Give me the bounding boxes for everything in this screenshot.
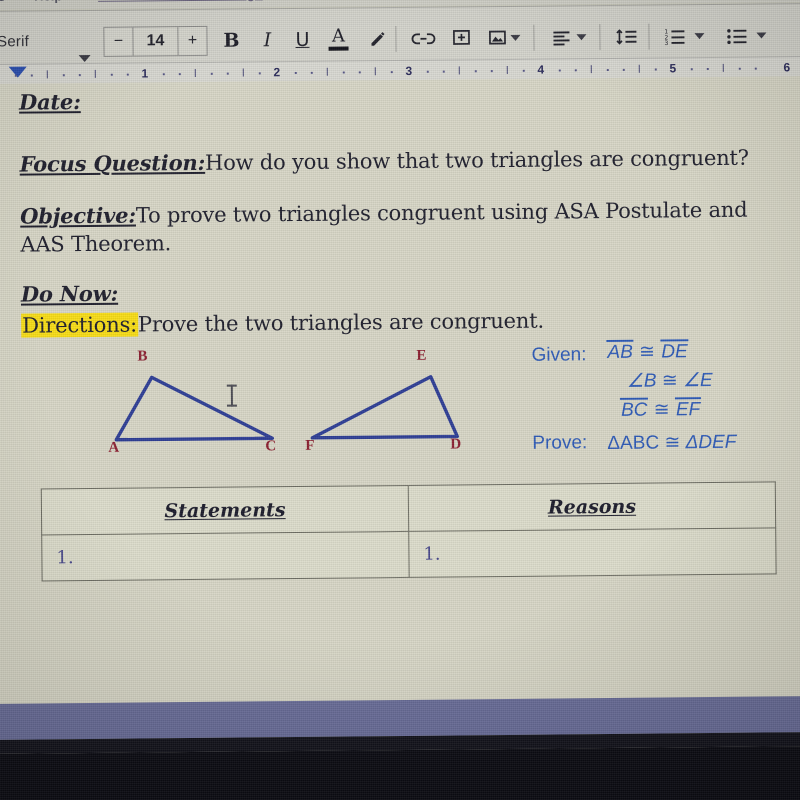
- insert-link-button[interactable]: [410, 25, 436, 53]
- decrease-font-size-button[interactable]: −: [104, 27, 134, 56]
- ruler-number: 1: [141, 66, 149, 81]
- proof-table[interactable]: Statements Reasons 1. 1.: [41, 481, 777, 581]
- prove-label: Prove:: [532, 432, 588, 454]
- focus-question-text: How do you show that two triangles are c…: [204, 145, 749, 175]
- table-header-row: Statements Reasons: [41, 481, 776, 535]
- indent-marker[interactable]: [8, 66, 27, 78]
- italic-button[interactable]: I: [254, 26, 280, 54]
- table-row[interactable]: 1. 1.: [41, 527, 777, 581]
- text-color-swatch: [328, 46, 349, 51]
- given-label: Given:: [531, 344, 587, 366]
- menu-item-help[interactable]: Help: [34, 0, 62, 4]
- text-color-letter: A: [331, 25, 346, 47]
- directions-text: Prove the two triangles are congruent.: [137, 308, 544, 337]
- vertex-label-f: F: [305, 437, 315, 454]
- bold-button[interactable]: B: [218, 26, 244, 54]
- formatting-toolbar: ree Serif − 14 + B I U A: [0, 3, 800, 65]
- ruler-number: 6: [783, 60, 791, 75]
- given-2-right: ∠E: [682, 370, 713, 392]
- date-line: Date:: [19, 88, 81, 117]
- given-1-right: DE: [660, 339, 689, 364]
- highlight-color-button[interactable]: [364, 25, 390, 53]
- prove-relation: ≅: [664, 432, 681, 454]
- triangles-figure: B A C E F D: [71, 337, 492, 461]
- given-1-left: AB: [606, 339, 634, 364]
- prove-statement: ΔABC ≅ ΔDEF: [607, 431, 736, 455]
- ruler-number: 3: [405, 63, 413, 78]
- svg-text:3: 3: [664, 40, 668, 46]
- font-size-input[interactable]: 14: [133, 27, 177, 55]
- add-comment-button[interactable]: [448, 24, 474, 52]
- ruler-number: 5: [669, 61, 677, 76]
- given-1-relation: ≅: [639, 341, 656, 363]
- given-line-3: BC ≅ EF: [619, 397, 702, 422]
- toolbar-divider: [395, 26, 397, 53]
- column-header-reasons: Reasons: [408, 481, 776, 532]
- vertex-label-a: A: [108, 439, 120, 456]
- given-3-left: BC: [619, 397, 649, 422]
- cell-statement-1[interactable]: 1.: [41, 531, 410, 581]
- focus-question-label: Focus Question:: [19, 149, 206, 177]
- triangles-svg: [114, 375, 459, 442]
- vertex-label-b: B: [137, 348, 148, 365]
- do-now-label: Do Now:: [20, 280, 119, 307]
- given-3-right: EF: [674, 397, 702, 422]
- toolbar-divider-3: [599, 24, 601, 51]
- given-2-relation: ≅: [661, 370, 678, 392]
- given-line-1: AB ≅ DE: [606, 339, 689, 364]
- toolbar-divider-4: [648, 23, 650, 50]
- document-page[interactable]: Date: Focus Question:How do you show tha…: [0, 76, 800, 704]
- align-button[interactable]: [548, 23, 574, 51]
- date-label: Date:: [18, 89, 81, 115]
- prove-right: ΔDEF: [685, 431, 737, 454]
- insert-image-button[interactable]: [484, 24, 510, 52]
- numbered-list-chevron-down-icon[interactable]: [694, 33, 705, 40]
- vertex-label-d: D: [450, 436, 462, 453]
- font-name-selector[interactable]: ree Serif: [0, 33, 29, 51]
- directions-line: Directions:Prove the two triangles are c…: [21, 308, 544, 341]
- focus-question-line: Focus Question:How do you show that two …: [20, 144, 749, 180]
- image-options-chevron-down-icon[interactable]: [510, 34, 521, 41]
- font-size-stepper[interactable]: − 14 +: [103, 25, 208, 57]
- vertex-label-c: C: [265, 438, 277, 455]
- photo-of-screen: ons Help Last edit was seconds ago ree S…: [0, 0, 800, 800]
- menu-item-tools[interactable]: ons: [0, 0, 5, 4]
- prove-left: ΔABC: [607, 432, 660, 455]
- underline-button[interactable]: U: [289, 26, 315, 54]
- line-spacing-button[interactable]: [614, 23, 640, 51]
- given-3-relation: ≅: [653, 399, 670, 421]
- bulleted-list-chevron-down-icon[interactable]: [756, 32, 767, 39]
- column-header-statements: Statements: [41, 485, 409, 535]
- computer-screen: ons Help Last edit was seconds ago ree S…: [0, 0, 800, 754]
- last-edit-status[interactable]: Last edit was seconds ago: [98, 0, 263, 3]
- vertex-label-e: E: [416, 347, 427, 364]
- increase-font-size-button[interactable]: +: [177, 26, 207, 56]
- objective-line: Objective:To prove two triangles congrue…: [20, 195, 776, 259]
- text-color-button[interactable]: A: [325, 25, 351, 53]
- given-line-2: ∠B ≅ ∠E: [627, 369, 713, 393]
- do-now-line: Do Now:: [21, 280, 118, 310]
- chevron-down-icon[interactable]: [78, 54, 91, 63]
- toolbar-divider-2: [533, 24, 535, 51]
- directions-label: Directions:: [21, 312, 139, 338]
- cell-reason-1[interactable]: 1.: [408, 527, 777, 578]
- ruler-number: 2: [273, 65, 281, 80]
- objective-label: Objective:: [20, 202, 136, 229]
- bulleted-list-button[interactable]: [724, 22, 750, 50]
- numbered-list-button[interactable]: 1 2 3: [662, 22, 688, 50]
- given-2-left: ∠B: [626, 370, 657, 392]
- align-chevron-down-icon[interactable]: [576, 34, 587, 41]
- ruler-number: 4: [537, 62, 545, 77]
- given-prove-block: Given: AB ≅ DE ∠B ≅ ∠E BC ≅ EF Prove: ΔA…: [531, 338, 800, 454]
